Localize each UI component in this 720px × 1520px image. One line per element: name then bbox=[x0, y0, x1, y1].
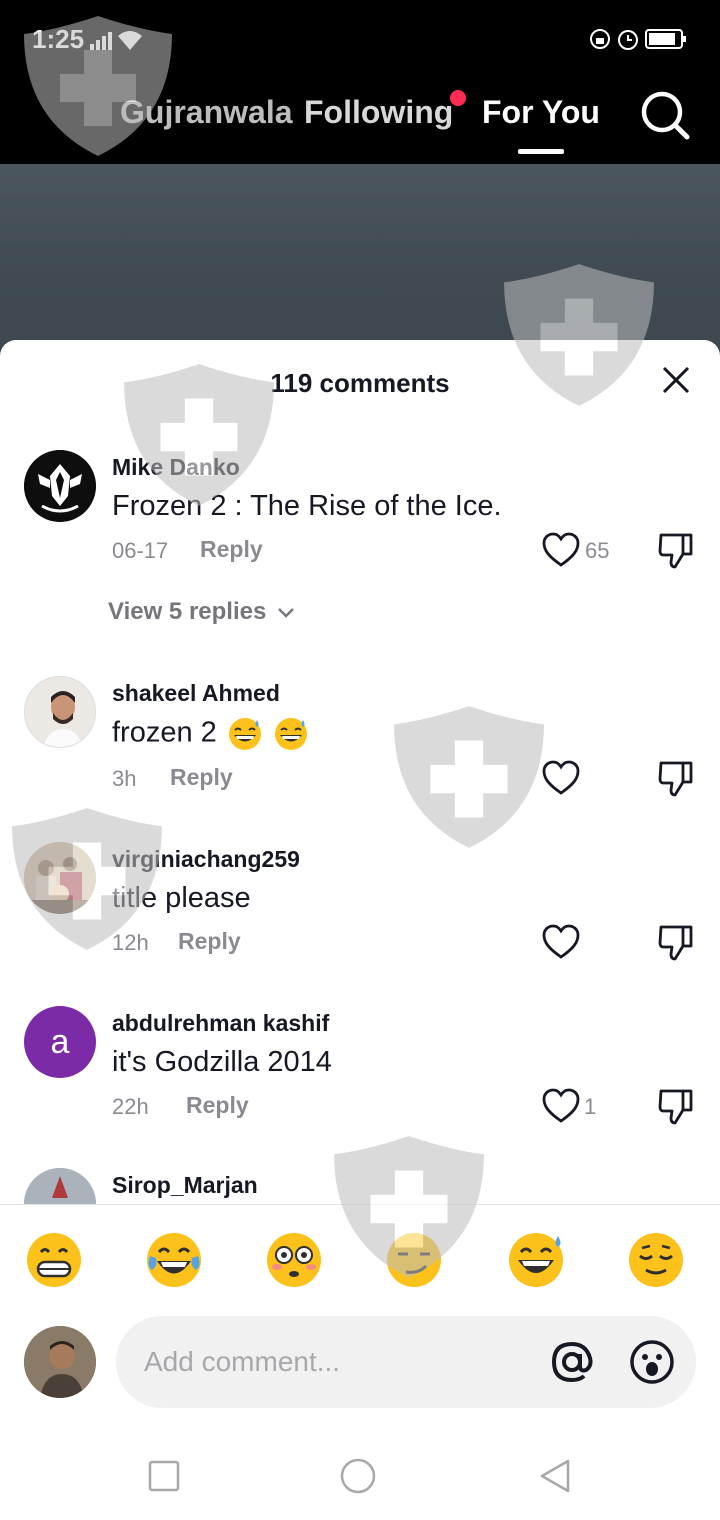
flushed-face-emoji-icon[interactable] bbox=[264, 1230, 324, 1290]
recent-apps-icon[interactable] bbox=[146, 1458, 182, 1494]
avatar[interactable] bbox=[24, 842, 96, 914]
emoji-picker-icon[interactable] bbox=[628, 1338, 676, 1386]
comment-text: Frozen 2 : The Rise of the Ice. bbox=[112, 490, 502, 522]
comment-username[interactable]: Mike Danko bbox=[112, 454, 240, 481]
comment-time: 22h bbox=[112, 1094, 149, 1119]
comment-username[interactable]: Sirop_Marjan bbox=[112, 1172, 258, 1199]
view-replies-button[interactable]: View 5 replies bbox=[108, 598, 295, 626]
home-icon[interactable] bbox=[340, 1458, 376, 1494]
comment-input[interactable] bbox=[116, 1316, 696, 1408]
comment-text: frozen 2 bbox=[112, 716, 309, 752]
emoji-quick-bar bbox=[0, 1230, 720, 1290]
comment-username[interactable]: shakeel Ahmed bbox=[112, 680, 280, 707]
kryptex-logo-icon bbox=[24, 450, 96, 522]
avatar[interactable] bbox=[24, 676, 96, 748]
avatar[interactable] bbox=[24, 1168, 96, 1204]
comments-sheet: 119 comments Mike Danko Frozen 2 : The R… bbox=[0, 340, 720, 1520]
sweat-smile-emoji-icon bbox=[274, 718, 307, 750]
heart-icon[interactable] bbox=[542, 760, 580, 796]
avatar[interactable] bbox=[24, 450, 96, 522]
comment-username[interactable]: abdulrehman kashif bbox=[112, 1010, 329, 1037]
comment-time: 06-17 bbox=[112, 538, 169, 563]
comment-input-row bbox=[0, 1316, 720, 1412]
tab-nearby[interactable]: Gujranwala bbox=[120, 94, 293, 131]
grinning-face-emoji-icon[interactable] bbox=[24, 1230, 84, 1290]
comment-time: 12h bbox=[112, 930, 149, 955]
avatar-letter: a bbox=[50, 1023, 70, 1061]
sweat-smile-emoji-icon bbox=[228, 718, 261, 750]
profile-photo-icon bbox=[25, 677, 95, 747]
reply-button[interactable]: Reply bbox=[170, 764, 233, 791]
heart-icon[interactable] bbox=[542, 1088, 580, 1124]
relieved-face-emoji-icon[interactable] bbox=[626, 1230, 686, 1290]
profile-photo-icon bbox=[24, 842, 96, 914]
tab-for-you[interactable]: For You bbox=[482, 94, 600, 131]
top-tab-bar: Gujranwala Following For You bbox=[0, 76, 720, 164]
like-count: 65 bbox=[585, 538, 610, 563]
divider bbox=[0, 1204, 720, 1205]
system-nav-bar bbox=[0, 1430, 720, 1520]
reply-button[interactable]: Reply bbox=[186, 1092, 249, 1119]
thumbs-down-icon[interactable] bbox=[658, 532, 694, 570]
notification-dot bbox=[450, 90, 466, 106]
view-replies-label: View 5 replies bbox=[108, 598, 267, 625]
mention-icon[interactable] bbox=[548, 1338, 596, 1386]
thumbs-down-icon[interactable] bbox=[658, 924, 694, 962]
close-icon[interactable] bbox=[660, 364, 692, 396]
search-icon[interactable] bbox=[638, 88, 692, 142]
comment-text: title please bbox=[112, 882, 251, 914]
profile-photo-icon bbox=[24, 1326, 96, 1398]
signal-wifi-icon bbox=[90, 31, 142, 50]
heart-icon[interactable] bbox=[542, 924, 580, 960]
avatar[interactable]: a bbox=[24, 1006, 96, 1078]
thumbs-down-icon[interactable] bbox=[658, 760, 694, 798]
avatar bbox=[24, 1326, 96, 1398]
reply-button[interactable]: Reply bbox=[178, 928, 241, 955]
tears-of-joy-emoji-icon[interactable] bbox=[144, 1230, 204, 1290]
tab-following[interactable]: Following bbox=[304, 94, 453, 131]
back-icon[interactable] bbox=[538, 1458, 574, 1494]
sweat-smile-emoji-icon[interactable] bbox=[506, 1230, 566, 1290]
comment-text-body: frozen 2 bbox=[112, 716, 217, 749]
comments-count-title: 119 comments bbox=[270, 368, 450, 398]
like-count: 1 bbox=[584, 1094, 597, 1119]
active-tab-indicator bbox=[518, 149, 564, 154]
battery-icon bbox=[590, 29, 686, 50]
comment-item: Sirop_Marjan bbox=[0, 1168, 720, 1204]
chevron-down-icon bbox=[278, 608, 294, 618]
status-bar: 1:25 bbox=[0, 0, 720, 76]
thumbs-down-icon[interactable] bbox=[658, 1088, 694, 1126]
comment-text: it's Godzilla 2014 bbox=[112, 1046, 332, 1078]
comment-username[interactable]: virginiachang259 bbox=[112, 846, 300, 873]
video-player[interactable] bbox=[0, 164, 720, 354]
profile-photo-icon bbox=[24, 1168, 96, 1204]
smirking-face-emoji-icon[interactable] bbox=[384, 1230, 444, 1290]
comment-time: 3h bbox=[112, 766, 137, 791]
heart-icon[interactable] bbox=[542, 532, 580, 568]
status-time: 1:25 bbox=[32, 24, 85, 54]
reply-button[interactable]: Reply bbox=[200, 536, 263, 563]
